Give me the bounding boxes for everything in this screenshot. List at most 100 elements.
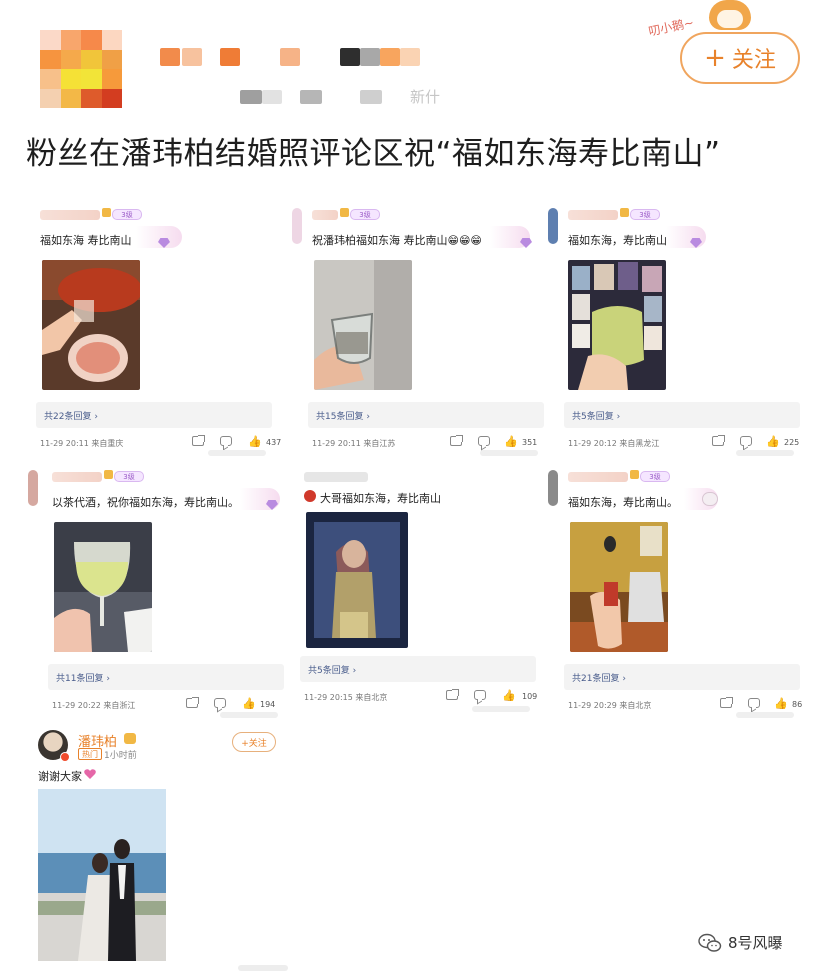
comment-bubble-decoration — [136, 226, 182, 248]
commenter-name-blur[interactable] — [304, 472, 368, 482]
like-icon[interactable]: 👍 — [248, 435, 262, 448]
comment-photo[interactable] — [42, 260, 140, 390]
crown-icon — [124, 733, 136, 744]
post-text: 谢谢大家 — [38, 770, 82, 783]
comment-photo[interactable] — [570, 522, 668, 652]
pink-heart-icon — [84, 769, 96, 779]
commenter-name-blur[interactable] — [312, 210, 338, 220]
watermark-blur — [208, 450, 266, 456]
like-count: 437 — [266, 438, 282, 447]
page-title: 粉丝在潘玮柏结婚照评论区祝“福如东海寿比南山” — [26, 136, 721, 172]
share-icon[interactable] — [186, 697, 199, 708]
vip-badge: 3级 — [350, 209, 380, 220]
share-icon[interactable] — [192, 435, 205, 446]
comment-footer: 11-29 20:11 来自重庆 👍 437 — [40, 435, 281, 450]
comment-text: 福如东海，寿比南山 — [568, 234, 667, 247]
verified-badge-icon — [60, 752, 70, 762]
watermark-blur — [472, 706, 530, 712]
crown-icon — [104, 470, 113, 479]
comment-footer: 11-29 20:29 来自北京 👍 86 — [568, 697, 804, 712]
comment-footer: 11-29 20:22 来自浙江 👍 194 — [52, 697, 288, 712]
avatar-edge — [28, 470, 38, 506]
like-count: 351 — [522, 438, 538, 447]
vip-badge: 3级 — [630, 209, 660, 220]
post-meta-text: 新什 — [410, 88, 441, 106]
share-icon[interactable] — [712, 435, 725, 446]
comment-icon[interactable] — [740, 436, 752, 446]
share-icon[interactable] — [450, 435, 463, 446]
share-icon[interactable] — [720, 697, 733, 708]
crown-icon — [102, 208, 111, 217]
comment-text: 福如东海 寿比南山 — [40, 234, 132, 247]
comment-time: 11-29 20:11 来自江苏 — [312, 439, 396, 448]
comment-photo[interactable] — [568, 260, 666, 390]
comment-icon[interactable] — [478, 436, 490, 446]
comment-photo[interactable] — [306, 512, 408, 648]
post-time: 1小时前 — [104, 751, 137, 761]
like-count: 109 — [522, 692, 538, 701]
comment-photo[interactable] — [54, 522, 152, 652]
brand-watermark: 8号风曝 — [698, 932, 783, 953]
comment-footer: 11-29 20:15 来自北京 👍 109 — [304, 689, 540, 704]
comment-time: 11-29 20:11 来自重庆 — [40, 439, 124, 448]
watermark-blur — [480, 450, 538, 456]
shiba-dog-icon — [709, 0, 751, 30]
comment-footer: 11-29 20:11 来自江苏 👍 351 — [312, 435, 548, 450]
watermark-blur — [736, 712, 794, 718]
comment-icon[interactable] — [748, 698, 760, 708]
like-icon[interactable]: 👍 — [774, 697, 788, 710]
wedding-photo[interactable] — [38, 789, 166, 961]
commenter-name-blur[interactable] — [568, 210, 618, 220]
avatar-edge — [548, 208, 558, 244]
commenter-name-blur[interactable] — [40, 210, 100, 220]
commenter-name-blur[interactable] — [52, 472, 102, 482]
like-icon[interactable]: 👍 — [242, 697, 256, 710]
follow-button[interactable]: + 关注 — [680, 32, 800, 84]
comment-text: 以茶代酒，祝你福如东海，寿比南山。 — [52, 496, 239, 509]
comment-icon[interactable] — [474, 690, 486, 700]
crown-icon — [340, 208, 349, 217]
comment-icon[interactable] — [220, 436, 232, 446]
like-icon[interactable]: 👍 — [766, 435, 780, 448]
comment-bubble-decoration — [666, 226, 706, 248]
plus-icon: + — [704, 43, 726, 73]
comment-text: 大哥福如东海，寿比南山 — [320, 492, 441, 505]
decoration-text: 叨小鹅~ — [647, 15, 696, 39]
replies-link[interactable]: 共15条回复 › — [308, 402, 544, 428]
comment-time: 11-29 20:22 来自浙江 — [52, 701, 136, 710]
comment-icon[interactable] — [214, 698, 226, 708]
wechat-icon — [698, 933, 722, 952]
replies-link[interactable]: 共5条回复 › — [564, 402, 800, 428]
comment-time: 11-29 20:12 来自黑龙江 — [568, 439, 660, 448]
commenter-name-blur[interactable] — [568, 472, 628, 482]
watermark-blur — [736, 450, 794, 456]
comment-time: 11-29 20:29 来自北京 — [568, 701, 652, 710]
replies-link[interactable]: 共21条回复 › — [564, 664, 800, 690]
post-follow-button[interactable]: +关注 — [232, 732, 276, 752]
comment-card[interactable]: 3级 祝潘玮柏福如东海 寿比南山😁😁😁 共15条回复 › 11-29 20:11… — [292, 208, 552, 456]
replies-link[interactable]: 共5条回复 › — [300, 656, 536, 682]
vip-badge: 3级 — [640, 471, 670, 482]
crown-icon — [630, 470, 639, 479]
comment-time: 11-29 20:15 来自北京 — [304, 693, 388, 702]
like-icon[interactable]: 👍 — [502, 689, 516, 702]
comment-card[interactable]: 3级 福如东海，寿比南山 共5条回复 › 11-29 20:12 来自黑龙江 👍… — [548, 208, 808, 456]
like-count: 225 — [784, 438, 800, 447]
like-count: 194 — [260, 700, 276, 709]
comment-card[interactable]: 3级 福如东海，寿比南山。 共21条回复 › 11-29 20:29 来自北京 … — [548, 470, 808, 718]
comment-card[interactable]: 3级 以茶代酒，祝你福如东海，寿比南山。 共11条回复 › 11-29 20:2… — [28, 470, 292, 718]
badge-icon — [304, 490, 316, 502]
watermark-blur — [238, 965, 288, 971]
comment-card[interactable]: 大哥福如东海，寿比南山 共5条回复 › 11-29 20:15 来自北京 👍 1… — [292, 470, 544, 716]
avatar-edge — [292, 208, 302, 244]
author-avatar-mosaic[interactable] — [40, 30, 122, 108]
comment-photo[interactable] — [314, 260, 412, 390]
comment-card[interactable]: 3级 福如东海 寿比南山 共22条回复 › 11-29 20:11 来自重庆 👍… — [28, 208, 281, 456]
cat-sticker-icon — [702, 492, 718, 506]
share-icon[interactable] — [446, 689, 459, 700]
replies-link[interactable]: 共11条回复 › — [48, 664, 284, 690]
comment-footer: 11-29 20:12 来自黑龙江 👍 225 — [568, 435, 804, 450]
replies-link[interactable]: 共22条回复 › — [36, 402, 272, 428]
like-icon[interactable]: 👍 — [504, 435, 518, 448]
vip-badge: 3级 — [114, 471, 144, 482]
